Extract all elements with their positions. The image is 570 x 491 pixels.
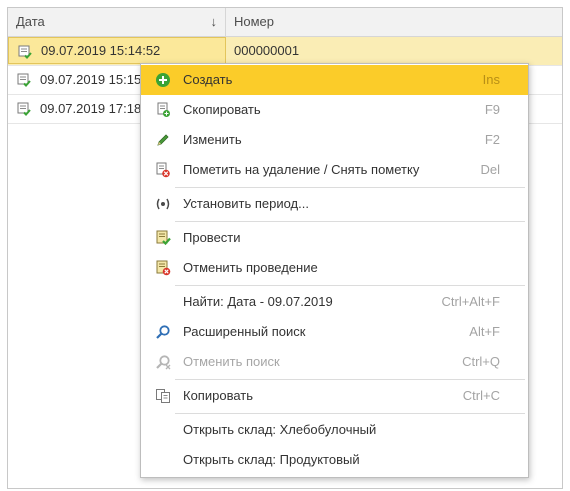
menu-item-open-warehouse-grocery[interactable]: Открыть склад: Продуктовый bbox=[141, 445, 528, 475]
unpost-document-icon bbox=[156, 260, 171, 276]
table-cell-date[interactable]: 09.07.2019 15:14:52 bbox=[8, 37, 226, 64]
menu-item-shortcut: Ctrl+Q bbox=[462, 354, 500, 369]
menu-item-shortcut: Del bbox=[480, 162, 500, 177]
menu-item-label: Провести bbox=[183, 230, 241, 245]
menu-item-find-by-date[interactable]: Найти: Дата - 09.07.2019 Ctrl+Alt+F bbox=[141, 287, 528, 317]
menu-item-cancel-search[interactable]: Отменить поиск Ctrl+Q bbox=[141, 347, 528, 377]
menu-item-mark-deletion[interactable]: Пометить на удаление / Снять пометку Del bbox=[141, 155, 528, 185]
column-header-date-label: Дата bbox=[16, 14, 45, 29]
menu-item-set-period[interactable]: Установить период... bbox=[141, 189, 528, 219]
menu-separator bbox=[175, 221, 525, 222]
menu-item-shortcut: Ctrl+C bbox=[462, 388, 500, 403]
add-circle-icon bbox=[156, 73, 170, 87]
table-header: Дата ↓ Номер bbox=[8, 8, 562, 37]
row-date: 09.07.2019 17:18 bbox=[40, 101, 142, 116]
menu-item-edit[interactable]: Изменить F2 bbox=[141, 125, 528, 155]
menu-item-label: Расширенный поиск bbox=[183, 324, 306, 339]
copy-document-icon bbox=[157, 102, 170, 117]
menu-item-label: Скопировать bbox=[183, 102, 261, 117]
context-menu: Создать Ins Скопировать F9 Изменить F2 П… bbox=[140, 63, 529, 478]
column-header-number-label: Номер bbox=[234, 14, 275, 29]
menu-item-shortcut: Ctrl+Alt+F bbox=[441, 294, 500, 309]
cancel-search-icon bbox=[156, 355, 171, 370]
clipboard-copy-icon bbox=[156, 389, 170, 403]
menu-item-label: Пометить на удаление / Снять пометку bbox=[183, 162, 420, 177]
menu-item-label: Копировать bbox=[183, 388, 253, 403]
menu-separator bbox=[175, 285, 525, 286]
posted-document-icon bbox=[17, 73, 31, 87]
table-cell-number[interactable]: 000000001 bbox=[234, 37, 554, 65]
menu-separator bbox=[175, 379, 525, 380]
menu-item-unpost[interactable]: Отменить проведение bbox=[141, 253, 528, 283]
pencil-icon bbox=[157, 134, 169, 146]
menu-separator bbox=[175, 413, 525, 414]
column-header-number[interactable]: Номер bbox=[226, 8, 562, 36]
menu-item-open-warehouse-bakery[interactable]: Открыть склад: Хлебобулочный bbox=[141, 415, 528, 445]
period-icon bbox=[156, 198, 170, 210]
menu-item-post[interactable]: Провести bbox=[141, 223, 528, 253]
sort-descending-icon[interactable]: ↓ bbox=[211, 8, 218, 36]
menu-item-label: Открыть склад: Хлебобулочный bbox=[183, 422, 377, 437]
row-number: 000000001 bbox=[234, 43, 300, 58]
menu-item-label: Отменить поиск bbox=[183, 354, 280, 369]
posted-document-icon bbox=[18, 45, 32, 59]
menu-item-create[interactable]: Создать Ins bbox=[141, 65, 528, 95]
menu-item-label: Открыть склад: Продуктовый bbox=[183, 452, 360, 467]
row-date: 09.07.2019 15:14:52 bbox=[41, 43, 161, 58]
menu-item-advanced-search[interactable]: Расширенный поиск Alt+F bbox=[141, 317, 528, 347]
table-row[interactable]: 09.07.2019 15:14:52 000000001 bbox=[8, 37, 562, 66]
menu-item-label: Изменить bbox=[183, 132, 242, 147]
menu-item-label: Создать bbox=[183, 72, 233, 87]
search-icon bbox=[156, 325, 170, 339]
delete-mark-icon bbox=[156, 162, 170, 178]
menu-item-shortcut: F9 bbox=[484, 102, 500, 117]
menu-item-label: Отменить проведение bbox=[183, 260, 318, 275]
menu-item-shortcut: Alt+F bbox=[469, 324, 500, 339]
menu-item-label: Установить период... bbox=[183, 196, 309, 211]
menu-item-copy-document[interactable]: Скопировать F9 bbox=[141, 95, 528, 125]
menu-item-shortcut: Ins bbox=[482, 72, 500, 87]
post-document-icon bbox=[156, 230, 171, 246]
menu-item-shortcut: F2 bbox=[484, 132, 500, 147]
row-date: 09.07.2019 15:15 bbox=[40, 72, 142, 87]
posted-document-icon bbox=[17, 102, 31, 116]
menu-item-copy-clipboard[interactable]: Копировать Ctrl+C bbox=[141, 381, 528, 411]
menu-separator bbox=[175, 187, 525, 188]
column-header-date[interactable]: Дата ↓ bbox=[8, 8, 226, 36]
menu-item-label: Найти: Дата - 09.07.2019 bbox=[183, 294, 333, 309]
